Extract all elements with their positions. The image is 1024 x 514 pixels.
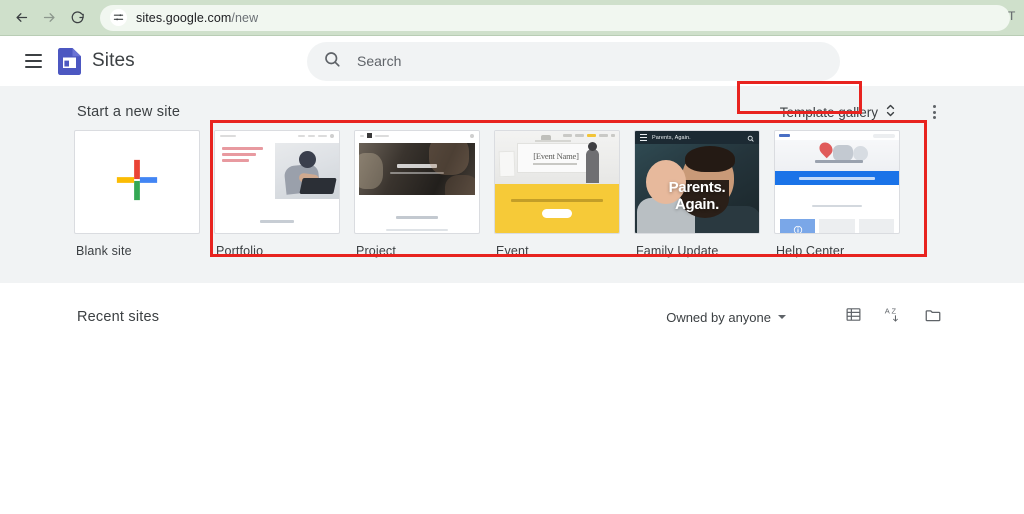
back-arrow-icon [14, 10, 29, 25]
url-text: sites.google.com/new [136, 11, 258, 25]
template-card-event[interactable]: [Event Name] Event [494, 130, 620, 258]
template-card-blank-site[interactable]: Blank site [74, 130, 200, 258]
template-thumbnail[interactable] [354, 130, 480, 234]
back-button[interactable] [8, 5, 34, 31]
grid-view-icon [845, 306, 862, 328]
panel-toolbar: Start a new site Template gallery [74, 86, 950, 126]
search-bar[interactable] [307, 42, 840, 81]
reload-button[interactable] [64, 5, 90, 31]
google-sites-logo-icon [58, 48, 81, 75]
family-headline: Parents. Again. [635, 180, 759, 214]
recent-sites-section: Recent sites Owned by anyone AZ [0, 283, 1024, 514]
sort-button[interactable]: AZ [876, 300, 910, 334]
hamburger-menu-icon [25, 54, 42, 56]
owner-filter-dropdown[interactable]: Owned by anyone [658, 304, 794, 331]
forward-arrow-icon [42, 10, 57, 25]
template-thumbnail[interactable]: [Event Name] [494, 130, 620, 234]
address-bar[interactable]: sites.google.com/new [100, 5, 1010, 31]
svg-text:Z: Z [892, 306, 897, 315]
hamburger-menu-icon [640, 134, 647, 141]
template-thumbnail[interactable] [774, 130, 900, 234]
template-card-portfolio[interactable]: Portfolio [214, 130, 340, 258]
sort-az-icon: AZ [884, 306, 902, 329]
recent-sites-title: Recent sites [74, 309, 159, 325]
project-hero [359, 143, 475, 195]
portfolio-photo [275, 143, 339, 199]
search-input[interactable] [357, 53, 824, 69]
svg-text:A: A [885, 306, 890, 315]
panel-title: Start a new site [74, 104, 180, 120]
toolbar-overflow-glyph[interactable]: T [1008, 9, 1022, 23]
event-hero: [Event Name] [495, 131, 619, 184]
start-new-site-panel: Start a new site Template gallery [0, 86, 1024, 283]
template-label: Blank site [74, 244, 200, 258]
google-plus-icon [114, 157, 160, 208]
template-gallery-label: Template gallery [780, 105, 878, 120]
app-title: Sites [92, 50, 135, 72]
template-thumbnail[interactable] [214, 130, 340, 234]
template-label: Family Update [634, 244, 760, 258]
help-center-banner [775, 171, 899, 185]
template-card-list: Blank site [74, 126, 950, 258]
family-navbar-title: Parents, Again. [652, 135, 742, 141]
main-menu-button[interactable] [14, 42, 52, 80]
family-photo: Parents. Again. [635, 144, 759, 234]
template-label: Project [354, 244, 480, 258]
template-label: Event [494, 244, 620, 258]
tune-icon[interactable] [110, 9, 127, 26]
portfolio-headline [215, 140, 275, 202]
folder-button[interactable] [916, 300, 950, 334]
search-icon [323, 50, 341, 73]
template-gallery-button[interactable]: Template gallery [768, 96, 908, 128]
reload-icon [70, 10, 85, 25]
app-header: Sites [0, 36, 1024, 86]
template-thumbnail[interactable] [74, 130, 200, 234]
browser-toolbar: sites.google.com/new T [0, 0, 1024, 36]
unfold-more-icon [885, 103, 896, 121]
caret-down-icon [778, 315, 786, 319]
template-card-help-center[interactable]: Help Center [774, 130, 900, 258]
template-thumbnail[interactable]: Parents, Again. Parents. [634, 130, 760, 234]
template-card-project[interactable]: Project [354, 130, 480, 258]
folder-icon [924, 306, 942, 329]
more-vert-icon[interactable] [918, 96, 950, 128]
event-headline: [Event Name] [519, 151, 593, 161]
template-card-family-update[interactable]: Parents, Again. Parents. [634, 130, 760, 258]
grid-view-toggle-button[interactable] [836, 300, 870, 334]
owner-filter-label: Owned by anyone [666, 310, 771, 325]
forward-button[interactable] [36, 5, 62, 31]
template-label: Help Center [774, 244, 900, 258]
template-label: Portfolio [214, 244, 340, 258]
